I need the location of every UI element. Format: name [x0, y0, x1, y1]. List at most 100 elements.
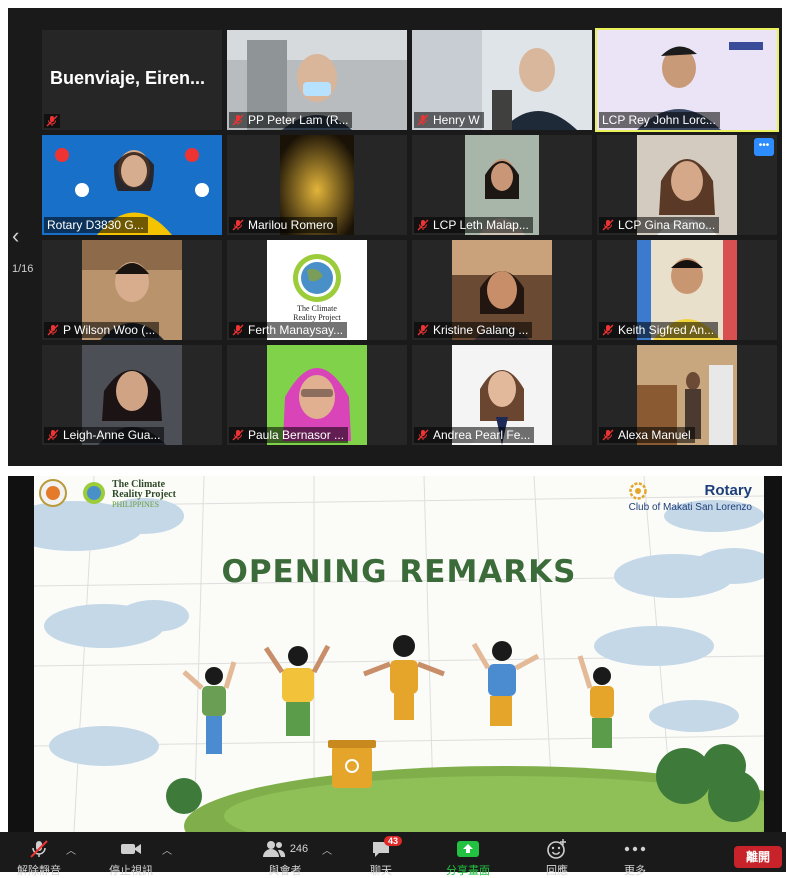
- participant-tile[interactable]: Alexa Manuel: [597, 345, 777, 445]
- muted-mic-icon: [417, 324, 429, 336]
- participant-name: Keith Sigfred An...: [618, 323, 715, 337]
- logo-left-line2: Reality Project: [112, 489, 176, 500]
- tile-logo-line2: Reality Project: [293, 313, 341, 322]
- stop-video-button[interactable]: 停止視訊: [104, 832, 158, 878]
- participant-name: Marilou Romero: [248, 218, 334, 232]
- participant-tile[interactable]: Marilou Romero: [227, 135, 407, 235]
- muted-mic-icon: [232, 324, 244, 336]
- participant-tile[interactable]: Kristine Galang ...: [412, 240, 592, 340]
- smiley-face-icon: [547, 839, 566, 859]
- participants-label: 與會者: [268, 865, 302, 877]
- participant-name: LCP Rey John Lorc...: [602, 113, 716, 127]
- participant-tile[interactable]: Keith Sigfred An...: [597, 240, 777, 340]
- tile-logo-line1: The Climate: [297, 304, 337, 313]
- logo-left-line3: PHILIPPINES: [112, 500, 160, 509]
- participant-label: P Wilson Woo (...: [44, 322, 160, 338]
- previous-page-arrow[interactable]: ‹: [12, 223, 19, 249]
- muted-mic-icon: [46, 115, 58, 127]
- participant-name: Paula Bernasor ...: [248, 428, 345, 442]
- participant-tile[interactable]: Paula Bernasor ...: [227, 345, 407, 445]
- audio-options-caret[interactable]: ︿: [66, 842, 76, 857]
- unmute-label: 解除靜音: [17, 865, 61, 877]
- muted-mic-icon: [47, 429, 59, 441]
- participant-tile[interactable]: P Wilson Woo (...: [42, 240, 222, 340]
- video-camera-icon: [121, 844, 141, 854]
- participant-tile-active-speaker[interactable]: LCP Rey John Lorc...: [595, 28, 779, 132]
- leave-meeting-button[interactable]: 離開: [734, 846, 782, 868]
- participant-name: Rotary D3830 G...: [47, 218, 144, 232]
- shared-screen: The Climate Reality Project PHILIPPINES …: [8, 476, 782, 832]
- climate-reality-logo-icon: [39, 479, 105, 507]
- more-button[interactable]: 更多: [610, 832, 660, 878]
- participant-count: 246: [289, 843, 309, 855]
- participant-name: Kristine Galang ...: [433, 323, 529, 337]
- more-dots-icon: [624, 846, 646, 852]
- muted-mic-icon: [602, 219, 614, 231]
- participant-tile[interactable]: Leigh-Anne Gua...: [42, 345, 222, 445]
- participant-name: LCP Leth Malap...: [433, 218, 529, 232]
- participant-tile[interactable]: The Climate Reality Project Ferth Manays…: [227, 240, 407, 340]
- participant-tile[interactable]: Andrea Pearl Fe...: [412, 345, 592, 445]
- muted-mic-icon: [417, 114, 429, 126]
- video-options-caret[interactable]: ︿: [162, 842, 172, 857]
- reactions-button[interactable]: 回應: [532, 832, 582, 878]
- participant-name: Ferth Manaysay...: [248, 323, 344, 337]
- participant-label: Keith Sigfred An...: [599, 322, 719, 338]
- participant-label: PP Peter Lam (R...: [229, 112, 353, 128]
- presentation-slide: The Climate Reality Project PHILIPPINES …: [34, 476, 764, 832]
- chat-label: 聊天: [370, 865, 392, 877]
- meeting-toolbar: 解除靜音 ︿ 停止視訊 ︿ 246 與會者 ︿ 聊天 43 分享畫面 回應 更多: [0, 832, 786, 877]
- participant-label: Alexa Manuel: [599, 427, 695, 443]
- stop-video-label: 停止視訊: [109, 865, 153, 877]
- muted-mic-icon: [232, 429, 244, 441]
- rotary-name: Rotary: [704, 482, 752, 499]
- muted-mic-icon: [47, 324, 59, 336]
- participant-name: Alexa Manuel: [618, 428, 691, 442]
- climate-reality-logo-text: The Climate Reality Project PHILIPPINES: [112, 480, 176, 510]
- participant-grid: Buenviaje, Eiren... PP Peter Lam (R... H…: [42, 28, 779, 450]
- participant-label: [44, 114, 60, 128]
- muted-mic-icon: [30, 840, 48, 858]
- participant-label: Leigh-Anne Gua...: [44, 427, 165, 443]
- muted-mic-icon: [417, 429, 429, 441]
- rotary-club-name: Club of Makati San Lorenzo: [628, 502, 752, 513]
- share-screen-label: 分享畫面: [446, 865, 490, 877]
- participant-tile[interactable]: PP Peter Lam (R...: [227, 30, 407, 130]
- participant-label: LCP Rey John Lorc...: [599, 112, 720, 128]
- more-options-button[interactable]: •••: [754, 138, 774, 156]
- slide-title: OPENING REMARKS: [221, 554, 577, 590]
- participant-label: Andrea Pearl Fe...: [414, 427, 535, 443]
- gallery-view: ‹ 1/16 1 Buenviaje, Eiren... PP Peter La…: [8, 8, 782, 466]
- muted-mic-icon: [232, 114, 244, 126]
- participant-label: Henry W: [414, 112, 484, 128]
- reactions-label: 回應: [546, 865, 568, 877]
- participant-tile[interactable]: Rotary D3830 G...: [42, 135, 222, 235]
- rotary-wheel-icon: [628, 482, 647, 500]
- muted-mic-icon: [417, 219, 429, 231]
- participant-label: LCP Leth Malap...: [414, 217, 533, 233]
- participant-name: Henry W: [433, 113, 480, 127]
- participant-tile[interactable]: LCP Gina Ramo... •••: [597, 135, 777, 235]
- participant-label: Paula Bernasor ...: [229, 427, 349, 443]
- share-screen-button[interactable]: 分享畫面: [438, 832, 498, 878]
- share-screen-icon: [457, 841, 479, 857]
- participant-tile[interactable]: LCP Leth Malap...: [412, 135, 592, 235]
- participant-display-name: Buenviaje, Eiren...: [50, 68, 206, 88]
- participant-label: Ferth Manaysay...: [229, 322, 348, 338]
- participant-name: LCP Gina Ramo...: [618, 218, 716, 232]
- participant-tile[interactable]: Henry W: [412, 30, 592, 130]
- participant-name: Andrea Pearl Fe...: [433, 428, 531, 442]
- participant-label: Rotary D3830 G...: [44, 217, 148, 233]
- page-indicator: 1/16: [12, 263, 34, 275]
- participant-label: Kristine Galang ...: [414, 322, 533, 338]
- participant-tile[interactable]: Buenviaje, Eiren...: [42, 30, 222, 130]
- participant-label: Marilou Romero: [229, 217, 338, 233]
- unmute-button[interactable]: 解除靜音: [14, 832, 64, 878]
- chat-unread-badge: 43: [384, 836, 403, 846]
- participants-options-caret[interactable]: ︿: [322, 842, 332, 857]
- rotary-logo: Rotary Club of Makati San Lorenzo: [629, 482, 752, 513]
- more-label: 更多: [624, 865, 646, 877]
- participant-name: Leigh-Anne Gua...: [63, 428, 161, 442]
- participants-button[interactable]: 246 與會者: [250, 832, 320, 878]
- participant-name: P Wilson Woo (...: [63, 323, 156, 337]
